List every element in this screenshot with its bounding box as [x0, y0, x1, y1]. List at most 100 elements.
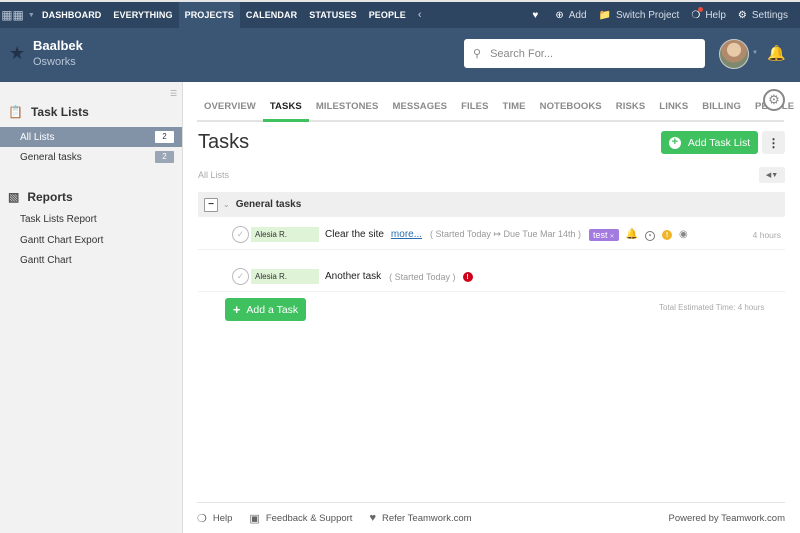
priority-medium-icon[interactable]: ! — [662, 229, 672, 241]
complete-checkbox[interactable]: ✓ — [232, 268, 249, 285]
total-estimated-time: Total Estimated Time: 4 hours — [659, 303, 765, 312]
search-icon: ⚲ — [473, 48, 482, 60]
heart-icon: ♥ — [532, 9, 539, 21]
count-badge: 2 — [155, 151, 174, 163]
tab-overview[interactable]: OVERVIEW — [197, 92, 263, 120]
settings-button[interactable]: ⚙ Settings — [738, 10, 788, 21]
task-list-header: − ⌄ General tasks — [198, 192, 785, 217]
sidebar-item-label: All Lists — [20, 131, 55, 143]
nav-projects[interactable]: PROJECTS — [178, 2, 240, 28]
tag-badge[interactable]: test ✕ — [589, 228, 619, 241]
add-task-label: Add a Task — [246, 303, 299, 316]
star-icon[interactable]: ★ — [9, 43, 25, 64]
sidebar-item-general-tasks[interactable]: General tasks 2 — [0, 147, 182, 167]
nav-calendar[interactable]: CALENDAR — [240, 2, 303, 28]
project-name[interactable]: Baalbek — [33, 38, 83, 53]
nav-dashboard[interactable]: DASHBOARD — [36, 2, 107, 28]
tab-risks[interactable]: RISKS — [609, 92, 653, 120]
add-label: Add — [568, 9, 587, 21]
search-input[interactable] — [490, 47, 691, 60]
project-tabs: OVERVIEW TASKS MILESTONES MESSAGES FILES… — [197, 92, 794, 122]
tab-files[interactable]: FILES — [454, 92, 495, 120]
collapse-sidebar-icon[interactable]: ☰ — [170, 89, 177, 98]
chevron-down-icon[interactable]: ▼ — [752, 50, 758, 56]
task-row: ✓ Alesia R. Another task ( Started Today… — [198, 262, 785, 292]
filter-button[interactable]: ◀▼ — [759, 167, 785, 183]
remove-tag-icon[interactable]: ✕ — [610, 234, 615, 240]
task-dates: ( Started Today ↦ Due Tue Mar 14th ) — [430, 229, 581, 239]
task-list-name[interactable]: General tasks — [236, 199, 302, 210]
add-task-list-button[interactable]: + Add Task List — [661, 131, 758, 154]
teamwork-logo-icon: ▦▦ — [1, 8, 24, 22]
sidebar-item-all-lists[interactable]: All Lists 2 — [0, 127, 182, 147]
tab-milestones[interactable]: MILESTONES — [309, 92, 386, 120]
report-task-lists[interactable]: Task Lists Report — [20, 214, 97, 225]
assignee-badge[interactable]: Alesia R. — [251, 269, 319, 284]
task-name[interactable]: Clear the site — [325, 229, 384, 240]
assignee-badge[interactable]: Alesia R. — [251, 227, 319, 242]
complete-checkbox[interactable]: ✓ — [232, 226, 249, 243]
priority-high-icon[interactable]: ! — [462, 271, 473, 283]
task-row: ✓ Alesia R. Clear the site more... ( Sta… — [198, 220, 785, 250]
reports-heading: ▧ Reports — [8, 190, 73, 204]
bell-icon[interactable]: 🔔 — [767, 44, 786, 62]
report-gantt-chart[interactable]: Gantt Chart — [20, 255, 72, 266]
plus-circle-icon: + — [668, 136, 681, 149]
more-link[interactable]: more... — [391, 229, 422, 240]
clock-icon[interactable]: • — [645, 229, 655, 241]
task-name[interactable]: Another task — [325, 271, 381, 282]
add-task-button[interactable]: + Add a Task — [225, 298, 306, 321]
bar-chart-icon: ▧ — [8, 190, 20, 204]
user-avatar[interactable] — [719, 39, 749, 69]
clipboard-icon: 📋 — [8, 105, 23, 119]
page-title: Tasks — [198, 131, 250, 153]
footer-help-link[interactable]: ❍ Help — [197, 512, 232, 525]
app-logo-menu[interactable]: ▦▦ ▼ — [0, 2, 36, 28]
nav-statuses[interactable]: STATUSES — [303, 2, 362, 28]
switch-project-button[interactable]: 📁 Switch Project — [599, 10, 680, 21]
feedback-label: Feedback & Support — [265, 512, 353, 524]
gear-icon: ⚙ — [737, 9, 747, 21]
tag-label: test — [593, 229, 608, 240]
task-estimate: 4 hours — [752, 229, 781, 240]
chevron-left-icon[interactable]: ‹ — [412, 9, 428, 21]
lifebuoy-icon: ❍ — [691, 6, 704, 21]
search-box[interactable]: ⚲ — [464, 39, 705, 68]
lifebuoy-icon: ❍ — [197, 512, 207, 525]
top-nav: ▦▦ ▼ DASHBOARD EVERYTHING PROJECTS CALEN… — [0, 0, 800, 28]
medkit-icon: ▣ — [249, 512, 260, 525]
project-settings-gear-icon[interactable]: ⚙ — [763, 89, 785, 111]
plus-icon: + — [232, 302, 241, 317]
help-button[interactable]: ❍ Help — [691, 6, 726, 21]
breadcrumb: All Lists — [198, 170, 230, 180]
chevron-down-icon[interactable]: ⌄ — [223, 200, 230, 209]
more-options-button[interactable]: ⋮ — [762, 131, 785, 154]
nav-people[interactable]: PEOPLE — [363, 2, 412, 28]
report-gantt-export[interactable]: Gantt Chart Export — [20, 235, 103, 246]
tab-time[interactable]: TIME — [496, 92, 533, 120]
tab-links[interactable]: LINKS — [652, 92, 695, 120]
tab-messages[interactable]: MESSAGES — [385, 92, 454, 120]
tab-notebooks[interactable]: NOTEBOOKS — [533, 92, 609, 120]
count-badge: 2 — [155, 131, 174, 143]
settings-label: Settings — [751, 9, 788, 21]
collapse-toggle[interactable]: − — [204, 197, 218, 212]
bell-icon[interactable]: 🔔 — [626, 229, 638, 240]
powered-by-link[interactable]: Powered by Teamwork.com — [668, 513, 785, 524]
sidebar-item-label: General tasks — [20, 151, 82, 163]
project-header: ★ Baalbek Osworks ⚲ ▼ 🔔 — [0, 28, 800, 82]
nav-everything[interactable]: EVERYTHING — [107, 2, 178, 28]
task-lists-title: Task Lists — [30, 105, 89, 119]
tab-tasks[interactable]: TASKS — [262, 92, 309, 122]
favorites-button[interactable]: ♥ — [532, 10, 543, 21]
vertical-dots-icon: ⋮ — [767, 135, 780, 150]
company-name[interactable]: Osworks — [33, 56, 76, 68]
refer-label: Refer Teamwork.com — [381, 512, 472, 524]
footer-help-label: Help — [212, 512, 233, 524]
eye-icon[interactable]: ◉ — [679, 229, 688, 240]
filter-icon: ◀▼ — [765, 172, 779, 179]
tab-billing[interactable]: BILLING — [695, 92, 748, 120]
add-button[interactable]: ⊕ Add — [555, 10, 586, 21]
refer-link[interactable]: ♥ Refer Teamwork.com — [369, 512, 471, 524]
feedback-support-link[interactable]: ▣ Feedback & Support — [249, 512, 352, 525]
